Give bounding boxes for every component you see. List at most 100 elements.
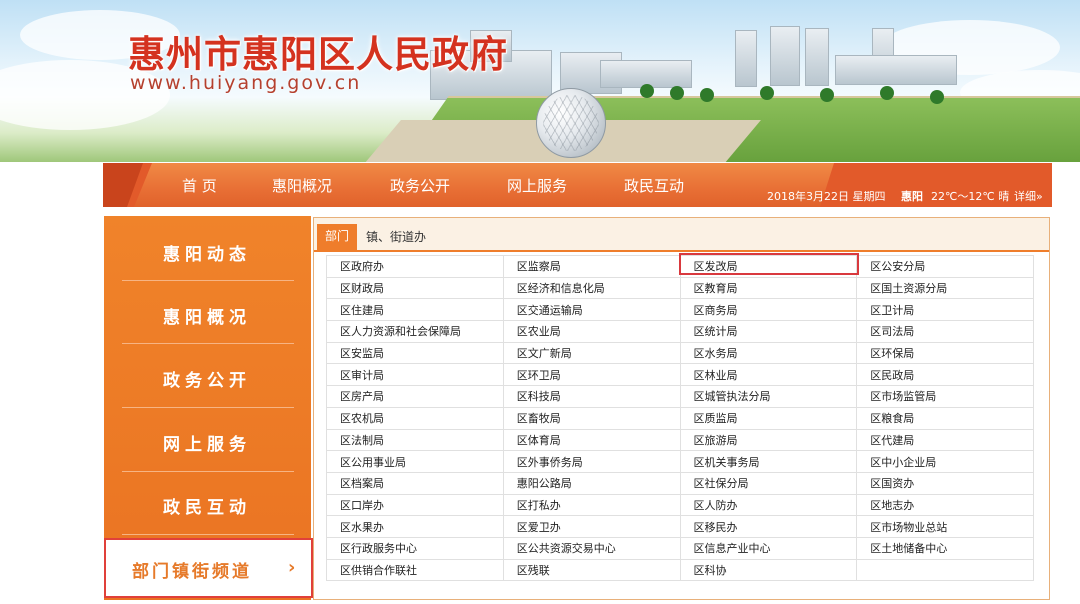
department-link[interactable]: 区市场监管局 — [856, 385, 1034, 408]
department-link[interactable]: 区安监局 — [326, 341, 504, 365]
table-row: 区公用事业局 区外事侨务局 区机关事务局 区中小企业局 — [326, 450, 1034, 473]
table-row: 区供销合作联社 区残联 区科协 — [326, 558, 1034, 582]
nav-online-service[interactable]: 网上服务 — [507, 175, 567, 196]
tab-departments[interactable]: 部门 — [317, 224, 357, 250]
department-link[interactable]: 惠阳公路局 — [502, 471, 681, 495]
left-menu-news[interactable]: 惠阳动态 — [122, 240, 292, 265]
department-link[interactable]: 区商务局 — [679, 298, 858, 322]
department-link[interactable]: 区供销合作联社 — [326, 558, 504, 582]
department-link[interactable]: 区公用事业局 — [326, 450, 504, 473]
department-link[interactable]: 区信息产业中心 — [679, 536, 858, 560]
department-link[interactable]: 区民政局 — [856, 363, 1034, 387]
department-link[interactable]: 区交通运输局 — [502, 298, 681, 322]
department-link[interactable]: 区文广新局 — [502, 341, 681, 365]
department-link[interactable]: 区水务局 — [679, 341, 858, 365]
department-link[interactable]: 区社保分局 — [679, 471, 858, 495]
department-link[interactable]: 区公共资源交易中心 — [502, 536, 681, 560]
table-row: 区行政服务中心 区公共资源交易中心 区信息产业中心 区土地储备中心 — [326, 536, 1034, 560]
department-link[interactable]: 区住建局 — [326, 298, 504, 322]
nav-home[interactable]: 首 页 — [182, 175, 217, 196]
tab-bar: 部门 镇、街道办 — [314, 218, 1049, 250]
department-link[interactable]: 区城管执法分局 — [679, 385, 858, 408]
department-link[interactable]: 区司法局 — [856, 320, 1034, 343]
dept-channel-label: 部门镇街频道 — [132, 562, 252, 582]
department-link[interactable]: 区环卫局 — [502, 363, 681, 387]
department-link[interactable]: 区爱卫办 — [502, 515, 681, 538]
department-link[interactable]: 区机关事务局 — [679, 450, 858, 473]
department-link[interactable]: 区房产局 — [326, 385, 504, 408]
table-row: 区住建局 区交通运输局 区商务局 区卫计局 — [326, 298, 1034, 322]
table-row: 区安监局 区文广新局 区水务局 区环保局 — [326, 341, 1034, 365]
table-row: 区财政局 区经济和信息化局 区教育局 区国土资源分局 — [326, 276, 1034, 300]
department-link[interactable]: 区审计局 — [326, 363, 504, 387]
weather-text: 22℃～12℃ 晴 — [931, 190, 1010, 203]
nav-overview[interactable]: 惠阳概况 — [272, 175, 332, 196]
department-link[interactable]: 区卫计局 — [856, 298, 1034, 322]
table-row: 区农机局 区畜牧局 区质监局 区粮食局 — [326, 406, 1034, 430]
department-link[interactable]: 区人力资源和社会保障局 — [326, 320, 504, 343]
site-url: www.huiyang.gov.cn — [130, 72, 362, 94]
department-link[interactable]: 区农业局 — [502, 320, 681, 343]
table-row: 区水果办 区爱卫办 区移民办 区市场物业总站 — [326, 515, 1034, 538]
department-link[interactable]: 区地志办 — [856, 493, 1034, 517]
department-link[interactable]: 区科协 — [679, 558, 858, 582]
date-display: 2018年3月22日 星期四 — [767, 190, 886, 203]
department-link[interactable]: 区农机局 — [326, 406, 504, 430]
left-menu-interaction[interactable]: 政民互动 — [122, 493, 292, 518]
department-link[interactable]: 区外事侨务局 — [502, 450, 681, 473]
department-link[interactable]: 区财政局 — [326, 276, 504, 300]
department-link[interactable]: 区人防办 — [679, 493, 858, 517]
department-link[interactable]: 区口岸办 — [326, 493, 504, 517]
department-link[interactable]: 区打私办 — [502, 493, 681, 517]
main-nav: 首 页 惠阳概况 政务公开 网上服务 政民互动 2018年3月22日 星期四 惠… — [103, 163, 1052, 207]
table-row: 区人力资源和社会保障局 区农业局 区统计局 区司法局 — [326, 320, 1034, 343]
department-panel: 部门 镇、街道办 区政府办 区监察局 区发改局 区公安分局 区财政局 区经济和信息化局 区教… — [313, 217, 1050, 600]
left-menu-online-service[interactable]: 网上服务 — [122, 430, 292, 455]
table-row: 区法制局 区体育局 区旅游局 区代建局 — [326, 428, 1034, 452]
department-link[interactable]: 区发改局 — [679, 255, 858, 278]
weather-details-link[interactable]: 详细» — [1014, 188, 1043, 204]
table-row: 区档案局 惠阳公路局 区社保分局 区国资办 — [326, 471, 1034, 495]
department-link[interactable]: 区市场物业总站 — [856, 515, 1034, 538]
department-link[interactable]: 区监察局 — [502, 255, 681, 278]
department-link[interactable]: 区畜牧局 — [502, 406, 681, 430]
nav-interaction[interactable]: 政民互动 — [624, 175, 684, 196]
department-link[interactable]: 区经济和信息化局 — [502, 276, 681, 300]
department-link[interactable]: 区公安分局 — [856, 255, 1034, 278]
department-link[interactable]: 区法制局 — [326, 428, 504, 452]
department-link[interactable]: 区档案局 — [326, 471, 504, 495]
chevron-right-icon: › — [288, 557, 296, 578]
table-row: 区审计局 区环卫局 区林业局 区民政局 — [326, 363, 1034, 387]
department-link[interactable]: 区代建局 — [856, 428, 1034, 452]
department-link[interactable]: 区国资办 — [856, 471, 1034, 495]
department-link[interactable]: 区林业局 — [679, 363, 858, 387]
department-link[interactable]: 区旅游局 — [679, 428, 858, 452]
department-link[interactable]: 区统计局 — [679, 320, 858, 343]
department-link[interactable]: 区环保局 — [856, 341, 1034, 365]
department-link — [856, 558, 1034, 582]
department-link[interactable]: 区中小企业局 — [856, 450, 1034, 473]
dept-channel-button[interactable]: 部门镇街频道 › — [104, 538, 313, 598]
department-link[interactable]: 区体育局 — [502, 428, 681, 452]
department-link[interactable]: 区质监局 — [679, 406, 858, 430]
table-row: 区政府办 区监察局 区发改局 区公安分局 — [326, 255, 1034, 278]
left-menu-overview[interactable]: 惠阳概况 — [122, 303, 292, 328]
department-link[interactable]: 区政府办 — [326, 255, 504, 278]
weather-city: 惠阳 — [901, 190, 923, 203]
table-row: 区口岸办 区打私办 区人防办 区地志办 — [326, 493, 1034, 517]
department-link[interactable]: 区科技局 — [502, 385, 681, 408]
nav-gov-affairs[interactable]: 政务公开 — [390, 175, 450, 196]
department-link[interactable]: 区土地储备中心 — [856, 536, 1034, 560]
department-link[interactable]: 区行政服务中心 — [326, 536, 504, 560]
department-link[interactable]: 区教育局 — [679, 276, 858, 300]
department-link[interactable]: 区粮食局 — [856, 406, 1034, 430]
header-banner: 惠州市惠阳区人民政府 www.huiyang.gov.cn — [0, 0, 1080, 162]
tab-towns[interactable]: 镇、街道办 — [366, 225, 426, 250]
table-row: 区房产局 区科技局 区城管执法分局 区市场监管局 — [326, 385, 1034, 408]
department-link[interactable]: 区国土资源分局 — [856, 276, 1034, 300]
site-title: 惠州市惠阳区人民政府 — [128, 32, 508, 76]
department-link[interactable]: 区水果办 — [326, 515, 504, 538]
left-menu-gov-affairs[interactable]: 政务公开 — [122, 366, 292, 391]
department-link[interactable]: 区残联 — [502, 558, 681, 582]
department-link[interactable]: 区移民办 — [679, 515, 858, 538]
